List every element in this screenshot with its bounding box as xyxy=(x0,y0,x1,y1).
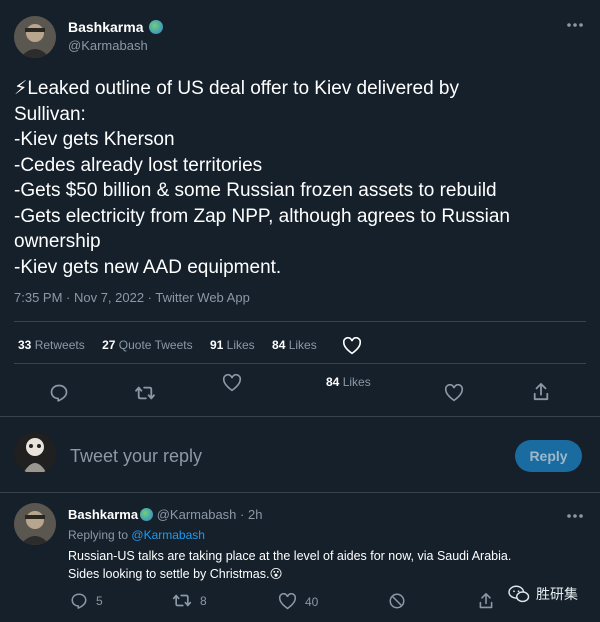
watermark: 胜研集 xyxy=(508,584,578,604)
heart-icon[interactable] xyxy=(342,337,362,355)
retweet-count: 8 xyxy=(200,593,207,608)
my-avatar[interactable] xyxy=(14,432,56,474)
wechat-icon xyxy=(508,584,530,604)
watermark-text: 胜研集 xyxy=(536,587,578,603)
reply-body: Russian-US talks are taking place at the… xyxy=(68,547,588,583)
likes-stat[interactable]: 91 Likes xyxy=(210,338,255,352)
retweets-stat[interactable]: 33 Retweets xyxy=(18,338,85,352)
reply-header: Bashkarma @Karmabash · 2h xyxy=(68,507,262,522)
tweet-line: -Cedes already lost territories xyxy=(14,154,263,176)
globe-emoji-icon xyxy=(149,20,164,34)
block-icon[interactable] xyxy=(388,592,406,610)
divider xyxy=(14,363,586,364)
replying-to-link[interactable]: @Karmabash xyxy=(131,528,205,542)
globe-emoji-icon xyxy=(140,508,154,521)
reply-count: 5 xyxy=(96,594,103,608)
reply-action-like[interactable]: 40 xyxy=(278,593,318,610)
likes-stat-duplicate[interactable]: 84 Likes xyxy=(272,338,317,352)
share-icon[interactable] xyxy=(478,592,494,610)
reply-icon xyxy=(70,592,88,610)
reply-line: Russian-US talks are taking place at the… xyxy=(68,549,512,563)
like-icon[interactable] xyxy=(444,384,464,402)
tweet-line: -Kiev gets new AAD equipment. xyxy=(14,256,282,278)
retweet-icon[interactable] xyxy=(134,384,156,402)
more-icon[interactable] xyxy=(566,513,584,519)
like-count: 40 xyxy=(305,594,319,609)
retweet-icon xyxy=(172,592,192,609)
reply-icon[interactable] xyxy=(49,383,69,403)
reply-avatar[interactable] xyxy=(14,503,56,545)
tweet-line: -Gets electricity from Zap NPP, although… xyxy=(14,205,510,227)
reply-button[interactable]: Reply xyxy=(515,440,582,472)
divider xyxy=(0,492,600,493)
tweet-line: Sullivan: xyxy=(14,103,86,125)
reply-action-retweet[interactable]: 8 xyxy=(172,592,207,609)
floating-likes-stat: 84 Likes xyxy=(326,375,371,389)
tweet-meta[interactable]: 7:35 PM · Nov 7, 2022 · Twitter Web App xyxy=(14,290,250,305)
reply-line: Sides looking to settle by Christmas.😮 xyxy=(68,567,283,581)
share-icon[interactable] xyxy=(532,382,550,402)
reply-action-reply[interactable]: 5 xyxy=(70,592,103,610)
replying-to: Replying to @Karmabash xyxy=(68,528,205,542)
handle[interactable]: @Karmabash xyxy=(68,38,148,53)
display-name[interactable]: Bashkarma xyxy=(68,19,164,35)
tweet-body: ⚡Leaked outline of US deal offer to Kiev… xyxy=(14,76,594,280)
tweet-line: ⚡Leaked outline of US deal offer to Kiev… xyxy=(14,78,459,99)
avatar[interactable] xyxy=(14,16,56,58)
divider xyxy=(14,321,586,322)
tweet-line: ownership xyxy=(14,231,101,252)
like-icon[interactable] xyxy=(222,374,242,392)
divider xyxy=(0,416,600,417)
stats-row: 33 Retweets 27 Quote Tweets 91 Likes 84 … xyxy=(18,338,317,352)
reply-display-name[interactable]: Bashkarma xyxy=(68,507,138,522)
tweet-line: -Kiev gets Kherson xyxy=(14,129,175,150)
quotes-stat[interactable]: 27 Quote Tweets xyxy=(102,338,193,352)
reply-input[interactable]: Tweet your reply xyxy=(70,446,490,467)
reply-time[interactable]: · 2h xyxy=(240,507,262,522)
reply-handle[interactable]: @Karmabash xyxy=(157,507,237,522)
like-icon xyxy=(278,593,297,610)
tweet-line: -Gets $50 billion & some Russian frozen … xyxy=(14,180,497,201)
more-icon[interactable] xyxy=(566,22,584,28)
